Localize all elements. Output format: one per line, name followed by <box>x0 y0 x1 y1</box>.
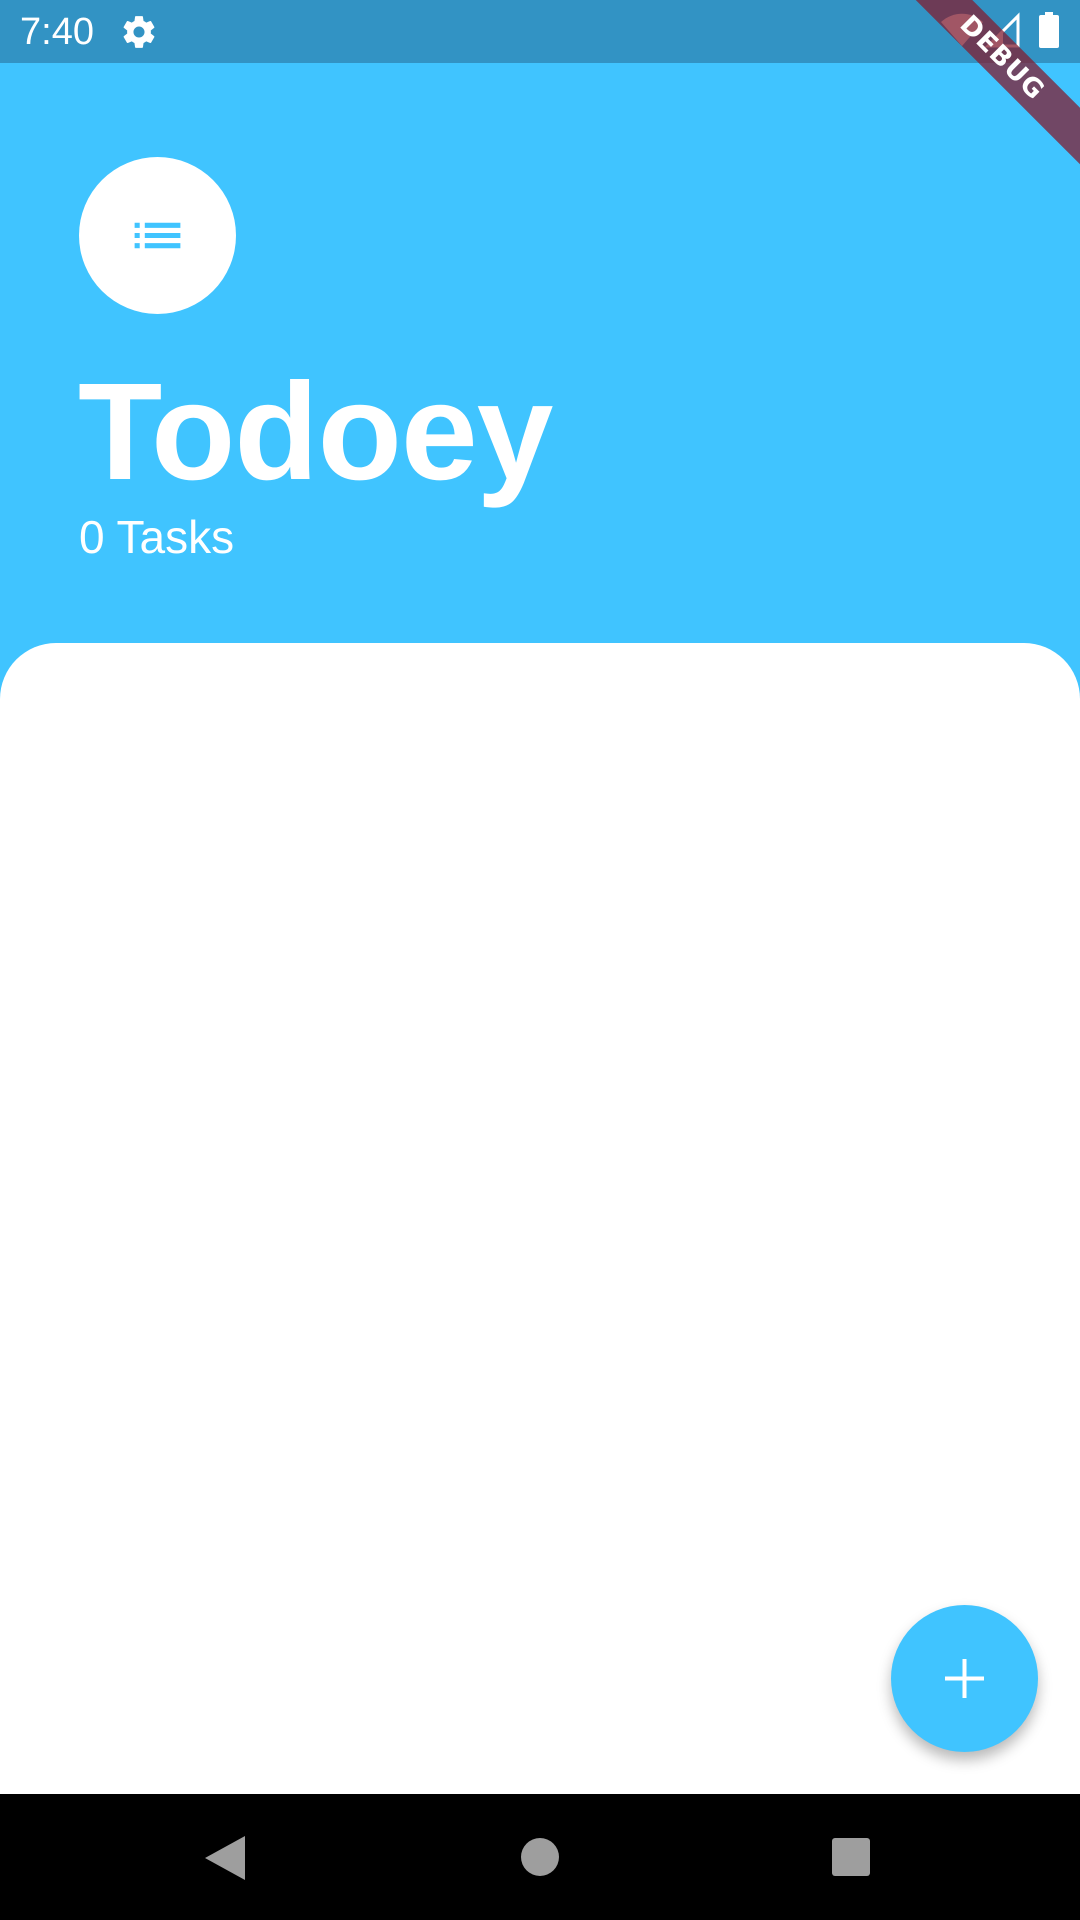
screen: 7:40 DEBUG Todoey 0 Tasks <box>0 0 1080 1920</box>
navigation-bar <box>0 1794 1080 1920</box>
recents-icon[interactable] <box>831 1837 871 1877</box>
back-icon[interactable] <box>203 1834 247 1882</box>
home-icon[interactable] <box>520 1837 560 1877</box>
battery-icon <box>1039 12 1059 48</box>
add-task-button[interactable] <box>891 1605 1038 1752</box>
gear-icon <box>123 16 155 48</box>
plus-icon <box>945 1659 984 1698</box>
status-bar: 7:40 <box>0 0 1080 63</box>
app-title: Todoey <box>78 355 553 509</box>
task-count: 0 Tasks <box>79 511 235 563</box>
list-icon <box>134 222 181 249</box>
status-time: 7:40 <box>20 11 94 53</box>
list-avatar <box>79 157 236 314</box>
